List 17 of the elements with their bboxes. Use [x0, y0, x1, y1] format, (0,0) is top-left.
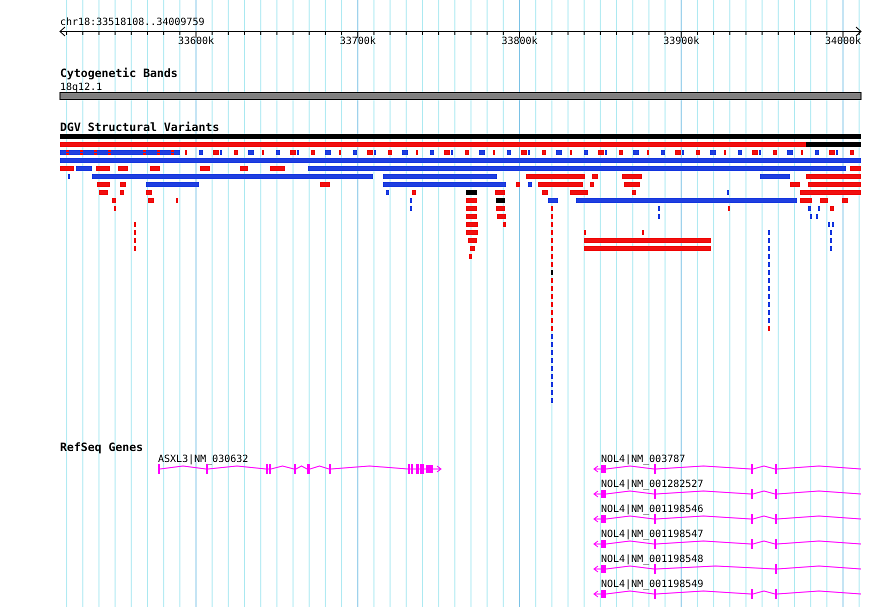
tick-label: 33900k	[663, 36, 700, 47]
gene-label: NOL4|NM_001198549	[601, 579, 704, 590]
track-title: DGV Structural Variants	[60, 120, 220, 134]
tick-label: 34000k	[824, 36, 862, 47]
band-label: 18q12.1	[60, 82, 102, 93]
track-title: RefSeq Genes	[60, 440, 144, 454]
gene-label: NOL4|NM_001198546	[601, 504, 704, 515]
location-label: chr18:33518108..34009759	[60, 17, 204, 28]
gene-label: NOL4|NM_001282527	[601, 479, 704, 490]
tick-label: 33600k	[178, 36, 214, 47]
tick-label: 33700k	[340, 36, 376, 47]
gene-label: NOL4|NM_001198547	[601, 529, 704, 540]
gene-label: ASXL3|NM_030632	[158, 454, 248, 465]
gene-label: NOL4|NM_003787	[601, 454, 686, 465]
tick-label: 33800k	[501, 36, 538, 47]
track-title: Cytogenetic Bands	[60, 66, 178, 80]
gene-label: NOL4|NM_001198548	[601, 554, 704, 565]
